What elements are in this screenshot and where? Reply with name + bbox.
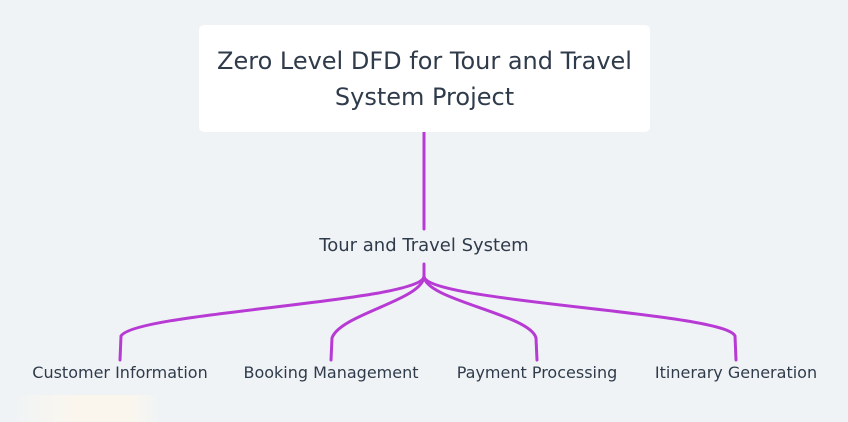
leaf-booking-management[interactable]: Booking Management xyxy=(231,362,431,384)
diagram-canvas: Zero Level DFD for Tour and Travel Syste… xyxy=(0,0,848,422)
edge-to-customer-information xyxy=(118,274,426,362)
title-card[interactable]: Zero Level DFD for Tour and Travel Syste… xyxy=(199,25,650,132)
leaf-itinerary-generation[interactable]: Itinerary Generation xyxy=(636,362,836,384)
edge-to-payment-processing xyxy=(422,274,539,362)
leaf-payment-processing[interactable]: Payment Processing xyxy=(437,362,637,384)
center-node-label[interactable]: Tour and Travel System xyxy=(274,234,574,258)
corner-shadow xyxy=(14,395,160,422)
edge-to-booking-management xyxy=(329,274,426,362)
diagram-title: Zero Level DFD for Tour and Travel Syste… xyxy=(217,46,632,111)
edge-to-itinerary-generation xyxy=(422,274,738,362)
leaf-customer-information[interactable]: Customer Information xyxy=(20,362,220,384)
